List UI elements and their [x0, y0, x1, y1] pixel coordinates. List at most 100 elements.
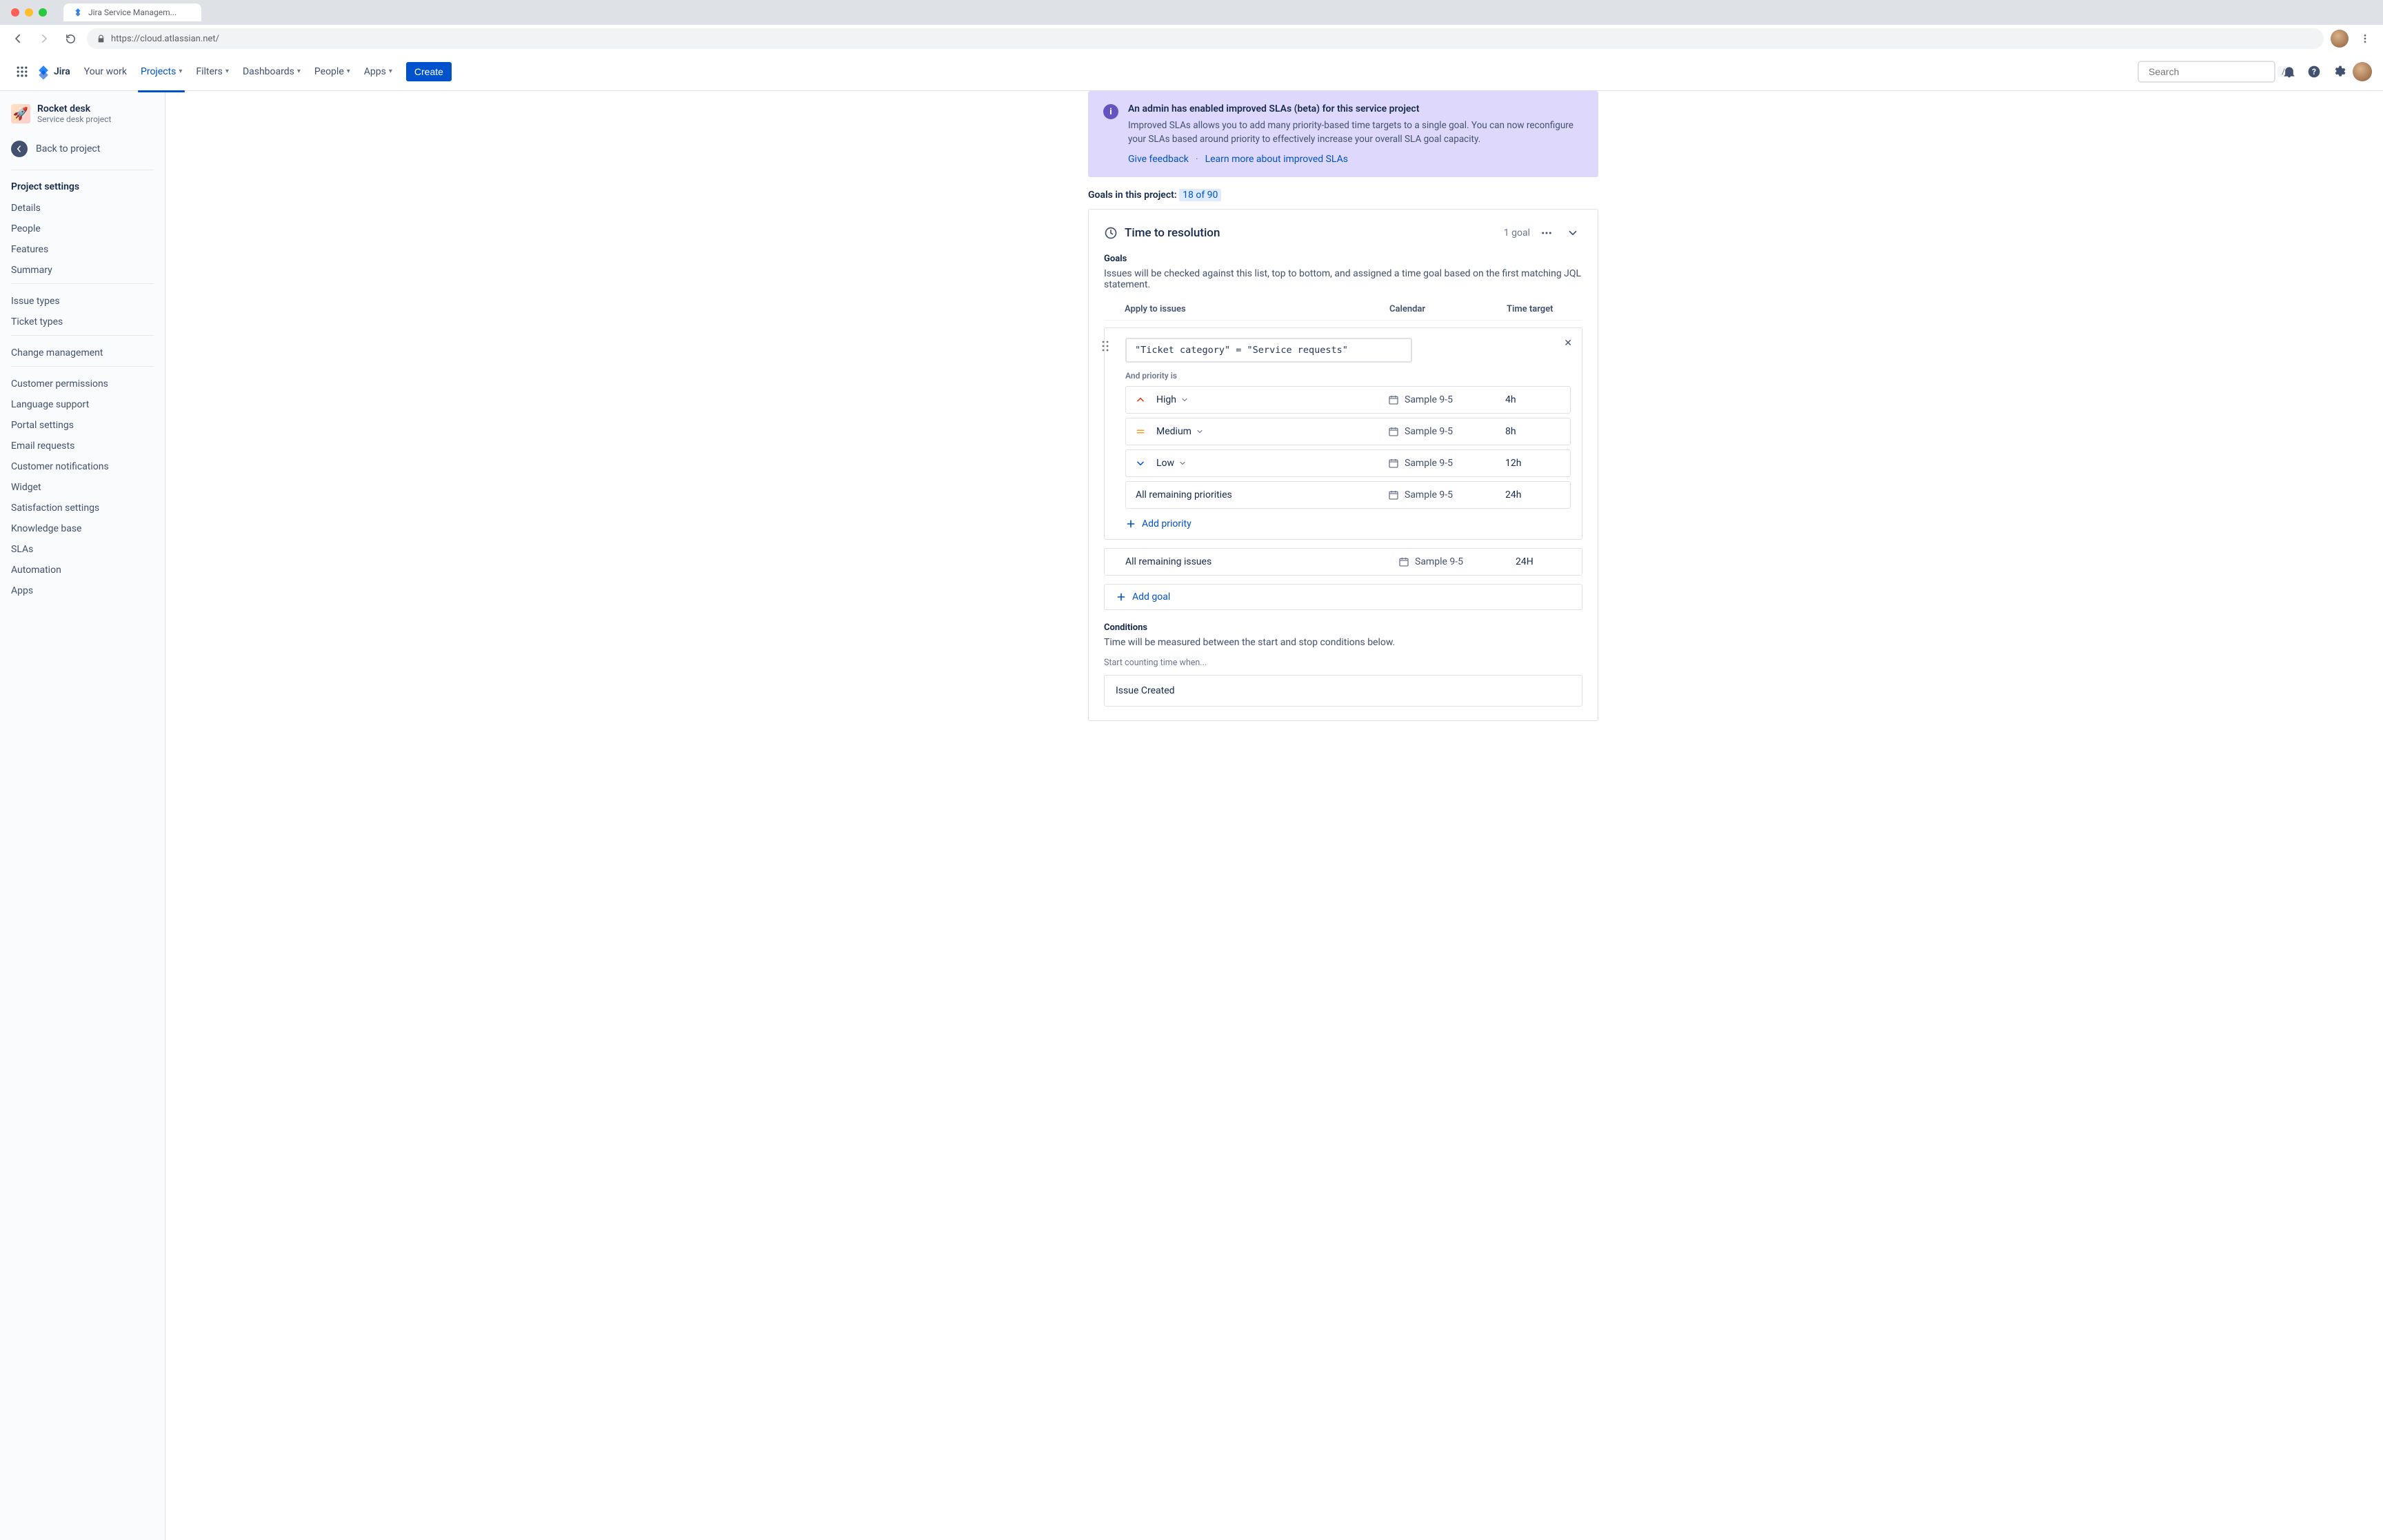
jql-input[interactable]: "Ticket category" = "Service requests": [1125, 338, 1412, 363]
goals-description: Issues will be checked against this list…: [1104, 268, 1582, 290]
conditions-heading: Conditions: [1104, 622, 1582, 633]
sidebar-item-details[interactable]: Details: [7, 198, 158, 219]
drag-handle-icon[interactable]: [1102, 341, 1112, 352]
target-value[interactable]: 4h: [1505, 394, 1560, 405]
maximize-window-icon[interactable]: [39, 8, 47, 17]
add-goal-button[interactable]: Add goal: [1104, 584, 1582, 610]
create-button[interactable]: Create: [406, 62, 452, 81]
calendar-icon: [1388, 458, 1399, 469]
jira-logo[interactable]: Jira: [36, 64, 70, 79]
calendar-value[interactable]: Sample 9-5: [1405, 458, 1453, 469]
sidebar-item-summary[interactable]: Summary: [7, 260, 158, 281]
collapse-button[interactable]: [1563, 223, 1582, 243]
target-value[interactable]: 24H: [1516, 556, 1571, 567]
priority-name: Low: [1156, 458, 1174, 469]
sidebar-item-apps[interactable]: Apps: [7, 580, 158, 601]
priority-row: Low Sample 9-5 12h: [1125, 449, 1571, 477]
target-value[interactable]: 12h: [1505, 458, 1560, 469]
sidebar-item-email-requests[interactable]: Email requests: [7, 436, 158, 456]
sidebar-item-features[interactable]: Features: [7, 239, 158, 260]
sidebar-item-people[interactable]: People: [7, 219, 158, 239]
priority-selector[interactable]: Low: [1136, 458, 1388, 469]
priority-name: Medium: [1156, 426, 1192, 437]
sidebar-item-knowledge-base[interactable]: Knowledge base: [7, 518, 158, 539]
browser-profile-avatar[interactable]: [2331, 30, 2349, 48]
nav-filters[interactable]: Filters ▾: [190, 62, 234, 81]
sidebar-item-portal-settings[interactable]: Portal settings: [7, 415, 158, 436]
nav-your-work[interactable]: Your work: [79, 62, 132, 81]
target-value[interactable]: 24h: [1505, 489, 1560, 500]
separator: ·: [1196, 154, 1198, 165]
sidebar-item-ticket-types[interactable]: Ticket types: [7, 312, 158, 332]
sidebar-item-automation[interactable]: Automation: [7, 560, 158, 580]
sidebar: 🚀 Rocket desk Service desk project Back …: [0, 91, 165, 1540]
nav-people[interactable]: People ▾: [309, 62, 356, 81]
column-target: Time target: [1507, 304, 1582, 314]
calendar-icon: [1398, 556, 1409, 567]
search-field[interactable]: [2149, 66, 2273, 77]
browser-back-button[interactable]: [8, 29, 28, 48]
priority-selector[interactable]: High: [1136, 394, 1388, 405]
chevron-down-icon: [1180, 396, 1189, 404]
address-bar[interactable]: https://cloud.atlassian.net/: [87, 28, 2324, 49]
nav-projects[interactable]: Projects ▾: [135, 62, 188, 81]
conditions-description: Time will be measured between the start …: [1104, 637, 1582, 648]
all-remaining-issues-row: All remaining issues Sample 9-5 24H: [1104, 548, 1582, 576]
minimize-window-icon[interactable]: [25, 8, 33, 17]
calendar-icon: [1388, 394, 1399, 405]
back-label: Back to project: [36, 143, 100, 154]
nav-dashboards[interactable]: Dashboards ▾: [237, 62, 306, 81]
back-to-project-link[interactable]: Back to project: [7, 134, 158, 167]
give-feedback-link[interactable]: Give feedback: [1128, 154, 1189, 165]
remove-goal-button[interactable]: ✕: [1564, 338, 1572, 349]
chevron-down-icon: [1196, 427, 1204, 436]
sidebar-item-change-management[interactable]: Change management: [7, 343, 158, 363]
priority-row-all-remaining: All remaining priorities Sample 9-5 24h: [1125, 481, 1571, 509]
app-switcher-button[interactable]: [11, 61, 33, 83]
browser-chrome: Jira Service Managem... https://cloud.at…: [0, 0, 2383, 52]
sidebar-item-customer-notifications[interactable]: Customer notifications: [7, 456, 158, 477]
calendar-value[interactable]: Sample 9-5: [1415, 556, 1463, 567]
sidebar-item-issue-types[interactable]: Issue types: [7, 291, 158, 312]
priority-selector[interactable]: Medium: [1136, 426, 1388, 437]
project-name: Rocket desk: [37, 103, 111, 114]
svg-text:?: ?: [2312, 67, 2316, 77]
browser-tab[interactable]: Jira Service Managem...: [63, 3, 201, 21]
start-condition-box[interactable]: Issue Created: [1104, 675, 1582, 707]
lock-icon: [97, 34, 105, 43]
priority-row: Medium Sample 9-5 8h: [1125, 418, 1571, 445]
profile-avatar[interactable]: [2353, 62, 2372, 81]
priority-low-icon: [1136, 458, 1147, 468]
back-arrow-icon: [11, 141, 28, 157]
column-calendar: Calendar: [1389, 304, 1507, 314]
priority-name: High: [1156, 394, 1176, 405]
sidebar-item-slas[interactable]: SLAs: [7, 539, 158, 560]
more-actions-button[interactable]: [1537, 223, 1556, 243]
info-icon: i: [1103, 104, 1118, 119]
learn-more-link[interactable]: Learn more about improved SLAs: [1205, 154, 1348, 165]
chevron-down-icon: ▾: [389, 68, 392, 75]
sidebar-item-satisfaction-settings[interactable]: Satisfaction settings: [7, 498, 158, 518]
calendar-value[interactable]: Sample 9-5: [1405, 394, 1453, 405]
browser-reload-button[interactable]: [61, 29, 80, 48]
goals-heading: Goals: [1104, 254, 1582, 264]
target-value[interactable]: 8h: [1505, 426, 1560, 437]
clock-icon: [1104, 226, 1118, 240]
sidebar-item-language-support[interactable]: Language support: [7, 394, 158, 415]
calendar-value[interactable]: Sample 9-5: [1405, 489, 1453, 500]
sidebar-heading-project-settings: Project settings: [7, 177, 158, 198]
help-button[interactable]: ?: [2303, 61, 2325, 83]
nav-apps[interactable]: Apps ▾: [359, 62, 398, 81]
project-header[interactable]: 🚀 Rocket desk Service desk project: [7, 103, 158, 134]
notifications-button[interactable]: [2278, 61, 2300, 83]
sidebar-item-widget[interactable]: Widget: [7, 477, 158, 498]
settings-button[interactable]: [2328, 61, 2350, 83]
sidebar-item-customer-permissions[interactable]: Customer permissions: [7, 374, 158, 394]
banner-text: Improved SLAs allows you to add many pri…: [1128, 119, 1583, 147]
add-priority-button[interactable]: Add priority: [1113, 513, 1571, 529]
calendar-value[interactable]: Sample 9-5: [1405, 426, 1453, 437]
search-input[interactable]: /: [2138, 61, 2275, 83]
browser-menu-button[interactable]: [2355, 29, 2375, 48]
browser-forward-button[interactable]: [34, 29, 54, 48]
close-window-icon[interactable]: [11, 8, 19, 17]
